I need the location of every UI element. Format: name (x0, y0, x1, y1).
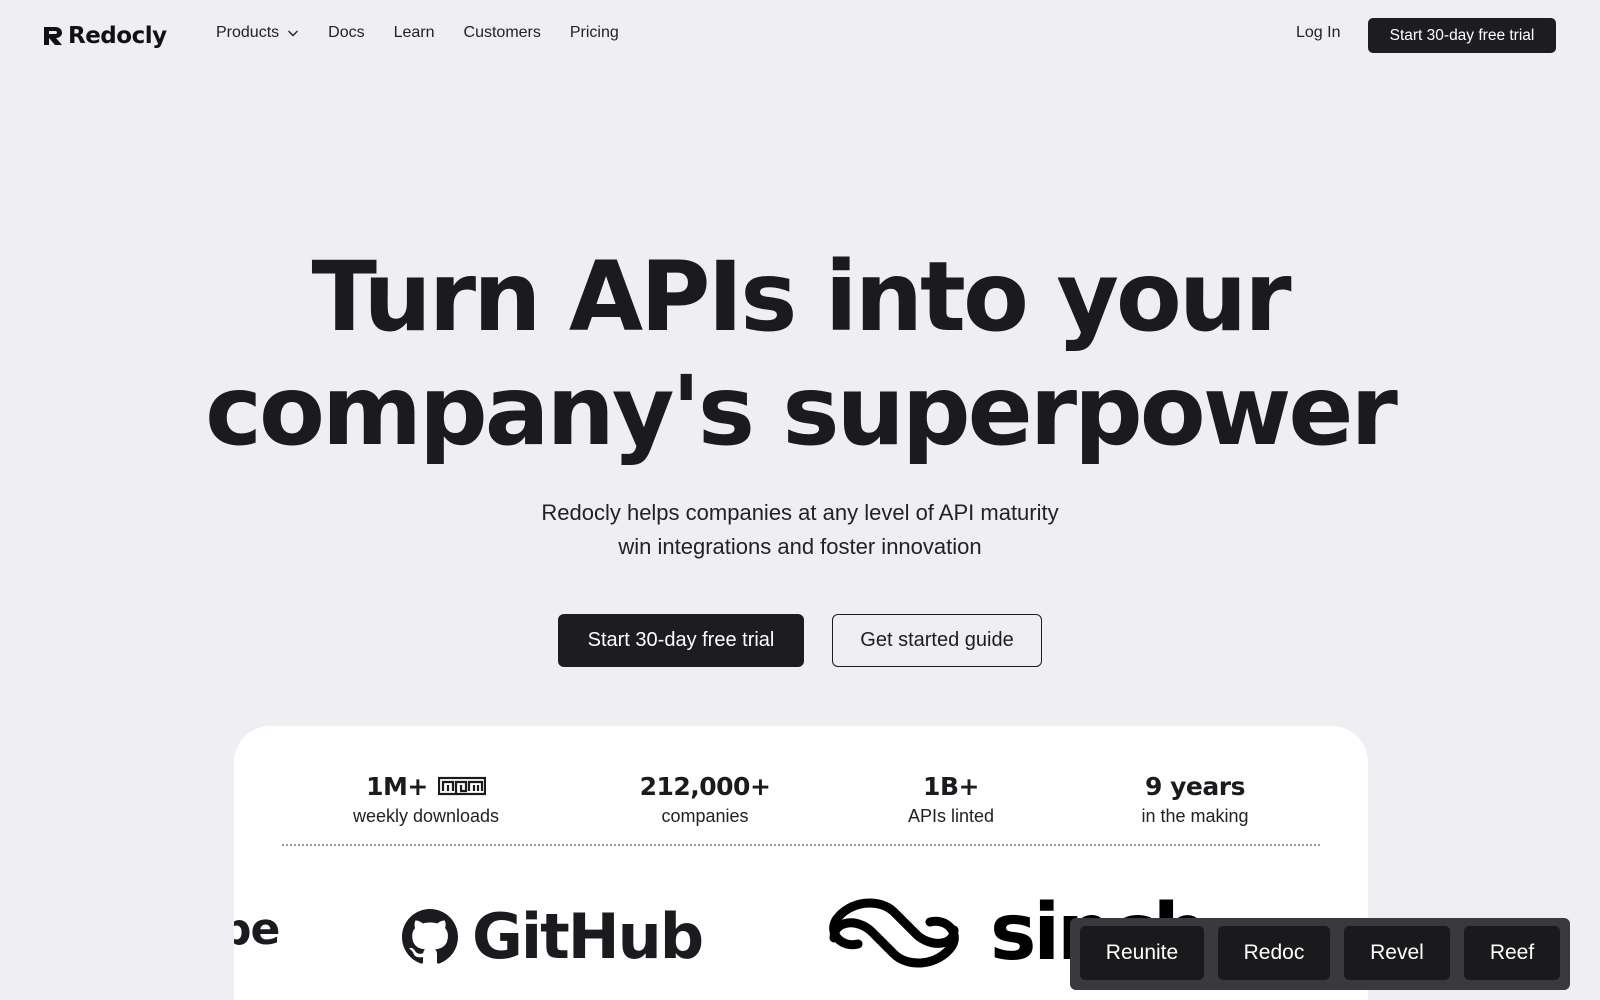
top-nav: Redocly Products Docs Learn Customers Pr… (0, 0, 1600, 72)
npm-icon (437, 776, 486, 796)
nav-item-label: Learn (393, 24, 435, 41)
stat-value: 1M+ (366, 771, 428, 801)
redocly-logo-icon (44, 27, 62, 45)
nav-item-pricing[interactable]: Pricing (570, 24, 619, 42)
nav-item-label: Docs (328, 24, 365, 41)
chevron-down-icon (288, 30, 299, 37)
hero-subtitle-line: Redocly helps companies at any level of … (541, 500, 1059, 525)
nav-item-label: Products (216, 24, 280, 41)
github-logo: GitHub (402, 900, 704, 973)
stat-value: 212,000+ (639, 771, 771, 801)
product-button-redoc[interactable]: Redoc (1218, 926, 1330, 980)
hero-title-line: Turn APIs into your (311, 241, 1291, 353)
redocly-logo[interactable]: Redocly (42, 20, 167, 52)
nav-item-label: Customers (463, 24, 541, 41)
product-button-reef[interactable]: Reef (1464, 926, 1560, 980)
stat-label: in the making (1141, 806, 1249, 826)
hero-trial-button[interactable]: Start 30-day free trial (558, 614, 804, 667)
stat-label: APIs linted (907, 806, 995, 826)
product-button-reunite[interactable]: Reunite (1080, 926, 1204, 980)
sinch-icon (829, 898, 959, 968)
stat-label: weekly downloads (352, 806, 500, 826)
nav-trial-button[interactable]: Start 30-day free trial (1368, 18, 1556, 53)
hero-title-line: company's superpower (205, 355, 1398, 467)
github-wordmark: GitHub (472, 900, 704, 973)
nav-item-customers[interactable]: Customers (464, 24, 541, 42)
hero-subtitle: Redocly helps companies at any level of … (0, 496, 1600, 564)
hero-subtitle-line: win integrations and foster innovation (618, 534, 982, 559)
stat-label: companies (661, 806, 749, 826)
product-switcher-bar: Reunite Redoc Revel Reef (1070, 918, 1570, 990)
nav-links: Products Docs Learn Customers Pricing (216, 24, 619, 42)
hero-title: Turn APIs into your company's superpower (0, 240, 1600, 468)
stat-apis-linted: 1B+ APIs linted (831, 770, 1071, 827)
dotted-divider (282, 844, 1320, 846)
github-icon (402, 908, 458, 964)
stat-years: 9 years in the making (1075, 770, 1315, 827)
stat-downloads: 1M+ weekly downloads (306, 770, 546, 827)
get-started-guide-button[interactable]: Get started guide (832, 614, 1042, 667)
stat-value: 9 years (1145, 771, 1245, 801)
stat-companies: 212,000+ companies (585, 770, 825, 827)
product-button-revel[interactable]: Revel (1344, 926, 1450, 980)
nav-item-learn[interactable]: Learn (394, 24, 435, 42)
nav-item-products[interactable]: Products (216, 24, 299, 42)
partial-customer-logo: be (234, 904, 280, 955)
nav-item-docs[interactable]: Docs (328, 24, 364, 42)
brand-name: Redocly (68, 23, 167, 49)
login-link[interactable]: Log In (1296, 24, 1340, 42)
stat-value: 1B+ (923, 771, 979, 801)
nav-item-label: Pricing (569, 24, 619, 41)
